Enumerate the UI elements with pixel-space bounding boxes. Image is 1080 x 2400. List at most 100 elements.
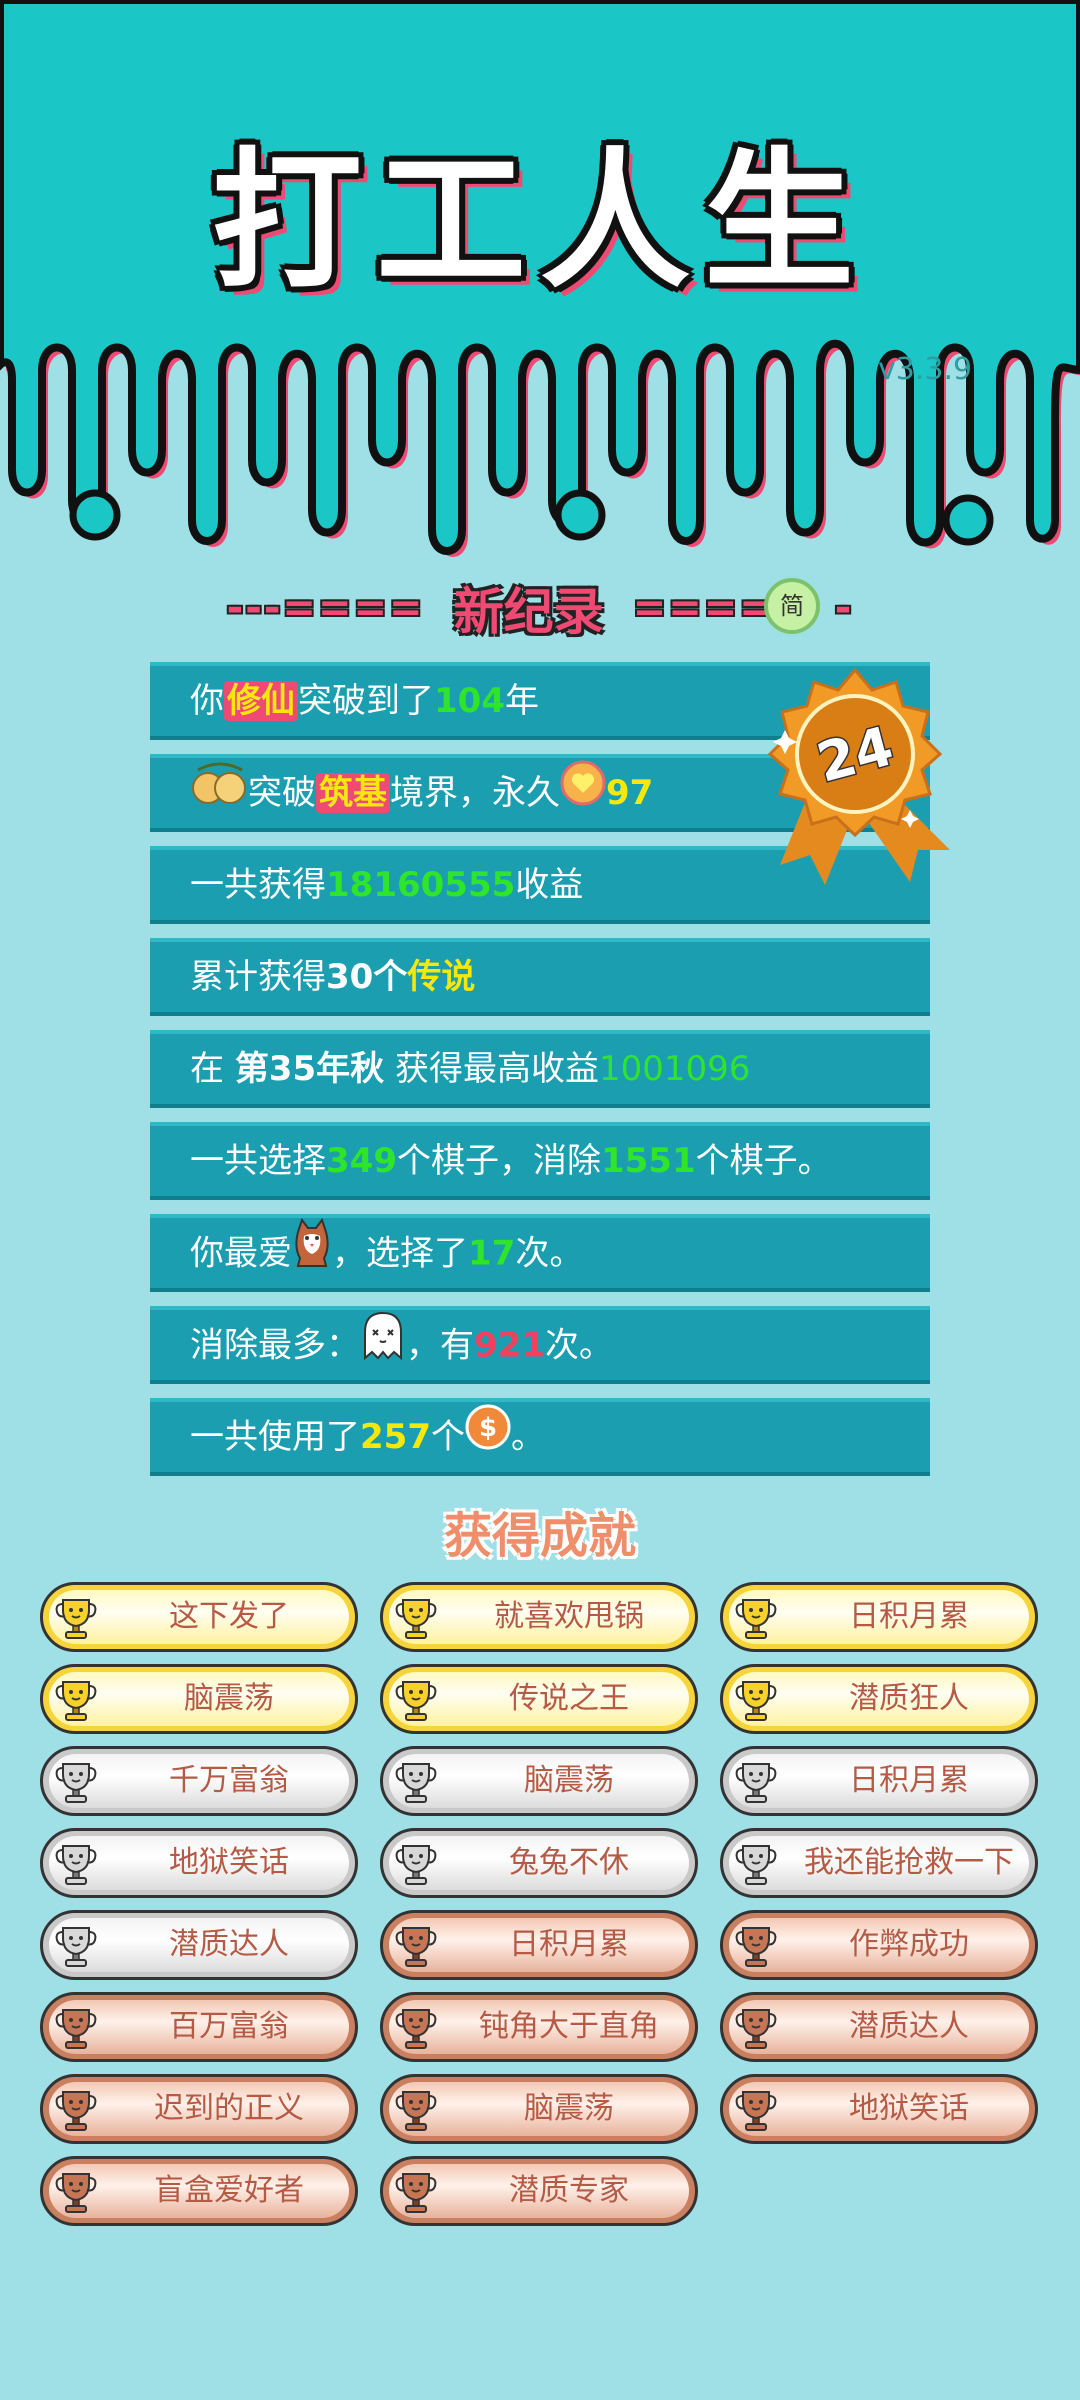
record-text: ，选择了 [332, 1233, 468, 1274]
trophy-icon [53, 2004, 99, 2050]
achievement-badge[interactable]: 就喜欢甩锅 [380, 1582, 698, 1652]
trophy-icon [53, 1676, 99, 1722]
achievement-badge[interactable]: 这下发了 [40, 1582, 358, 1652]
achievement-badge[interactable]: 潜质达人 [720, 1992, 1038, 2062]
trophy-icon [393, 2168, 439, 2214]
record-text: 个 [430, 1417, 465, 1457]
achievement-label: 就喜欢甩锅 [494, 1599, 644, 1634]
record-value: 97 [606, 773, 654, 813]
achievement-badge[interactable]: 脑震荡 [40, 1664, 358, 1734]
record-text: 次。 [515, 1233, 584, 1274]
app-title: 打工人生 [211, 135, 868, 309]
achievement-badge[interactable]: 潜质狂人 [720, 1664, 1038, 1734]
achievement-label: 地狱笑话 [849, 2091, 969, 2126]
achievement-label: 千万富翁 [169, 1763, 289, 1798]
trophy-icon [733, 1758, 779, 1804]
record-text: 次。 [544, 1325, 613, 1366]
record-text: 收益 [515, 865, 584, 905]
record-value: 17 [468, 1233, 516, 1274]
achievement-badge[interactable]: 迟到的正义 [40, 2074, 358, 2144]
achievement-badge[interactable]: 传说之王 [380, 1664, 698, 1734]
trophy-icon [53, 2086, 99, 2132]
achievement-badge[interactable]: 潜质专家 [380, 2156, 698, 2226]
achievement-badge[interactable]: 千万富翁 [40, 1746, 358, 1816]
trophy-icon [733, 1840, 779, 1886]
achievement-badge[interactable]: 潜质达人 [40, 1910, 358, 1980]
record-value: 第35年秋 [234, 1049, 385, 1089]
achievement-badge[interactable]: 兔兔不休 [380, 1828, 698, 1898]
achievement-label: 潜质专家 [509, 2173, 629, 2208]
trophy-icon [733, 1594, 779, 1640]
record-value: 30个 [326, 957, 408, 997]
achievement-badge[interactable]: 脑震荡 [380, 2074, 698, 2144]
dash-decoration-left: ---==== [226, 585, 425, 631]
achievement-badge[interactable]: 钝角大于直角 [380, 1992, 698, 2062]
simplified-toggle-button[interactable]: 简 [764, 578, 820, 634]
achievement-label: 日积月累 [509, 1927, 629, 1962]
achievement-label: 潜质达人 [169, 1927, 289, 1962]
record-text: 一共获得 [190, 865, 326, 905]
achievement-badge[interactable]: 盲盒爱好者 [40, 2156, 358, 2226]
achievement-badge[interactable]: 地狱笑话 [720, 2074, 1038, 2144]
record-highlight: 传说 [407, 957, 476, 997]
trophy-icon [393, 1922, 439, 1968]
fruit-icon [190, 760, 248, 830]
record-text: 你 [190, 681, 224, 721]
record-text: 突破 [248, 773, 316, 813]
trophy-icon [733, 1922, 779, 1968]
record-row: 在 第35年秋 获得最高收益1001096 [150, 1030, 930, 1108]
new-record-heading: ---==== 新纪录 ==== - [0, 572, 1080, 642]
achievement-badge[interactable]: 百万富翁 [40, 1992, 358, 2062]
achievement-label: 百万富翁 [169, 2009, 289, 2044]
achievement-badge[interactable]: 日积月累 [720, 1582, 1038, 1652]
trophy-icon [53, 1594, 99, 1640]
trophy-icon [733, 2086, 779, 2132]
achievement-badge[interactable]: 作弊成功 [720, 1910, 1038, 1980]
record-value: 1001096 [598, 1049, 751, 1089]
trophy-icon [393, 1594, 439, 1640]
achievement-badge[interactable]: 我还能抢救一下 [720, 1828, 1038, 1898]
achievement-label: 迟到的正义 [154, 2091, 304, 2126]
record-text: 在 [190, 1049, 235, 1089]
trophy-icon [393, 1840, 439, 1886]
achievement-badge[interactable]: 地狱笑话 [40, 1828, 358, 1898]
trophy-icon [393, 2086, 439, 2132]
trophy-icon [393, 1758, 439, 1804]
achievement-label: 我还能抢救一下 [804, 1845, 1014, 1880]
trophy-icon [53, 1758, 99, 1804]
record-row: 累计获得30个传说 [150, 938, 930, 1016]
new-record-title: 新纪录 [453, 583, 604, 641]
trophy-icon [733, 2004, 779, 2050]
record-highlight: 修仙 [224, 681, 298, 721]
achievement-label: 作弊成功 [849, 1927, 969, 1962]
record-text: 一共使用了 [190, 1417, 360, 1457]
achievement-label: 脑震荡 [524, 1763, 614, 1798]
dash-decoration-right: ==== [632, 585, 775, 631]
ghost-icon [360, 1310, 406, 1384]
dash-decoration-tail: - [834, 585, 854, 631]
record-text: 个棋子。 [695, 1141, 832, 1181]
record-value: 349 [326, 1141, 397, 1181]
achievement-badge[interactable]: 日积月累 [720, 1746, 1038, 1816]
record-text: 境界，永久 [390, 773, 560, 813]
level-medal-icon: 24 [767, 667, 950, 885]
trophy-icon [53, 2168, 99, 2214]
achievement-badge[interactable]: 日积月累 [380, 1910, 698, 1980]
record-text: 累计获得 [190, 957, 326, 997]
record-row: 一共选择349个棋子，消除1551个棋子。 [150, 1122, 930, 1200]
trophy-icon [393, 2004, 439, 2050]
trophy-icon [393, 1676, 439, 1722]
record-value: 104 [434, 681, 505, 721]
heart-coin-icon [560, 760, 606, 830]
header-banner: 打工人生 v3.3.9 [0, 0, 1080, 560]
achievement-label: 脑震荡 [524, 2091, 614, 2126]
trophy-icon [53, 1840, 99, 1886]
achievement-label: 地狱笑话 [169, 1845, 289, 1880]
record-text: 获得最高收益 [384, 1049, 599, 1089]
record-text: 你最爱 [190, 1233, 292, 1274]
trophy-icon [53, 1922, 99, 1968]
version-label: v3.3.9 [878, 352, 973, 387]
achievement-badge[interactable]: 脑震荡 [380, 1746, 698, 1816]
trophy-icon [733, 1676, 779, 1722]
record-row: 一共使用了257个 $ 。 [150, 1398, 930, 1476]
